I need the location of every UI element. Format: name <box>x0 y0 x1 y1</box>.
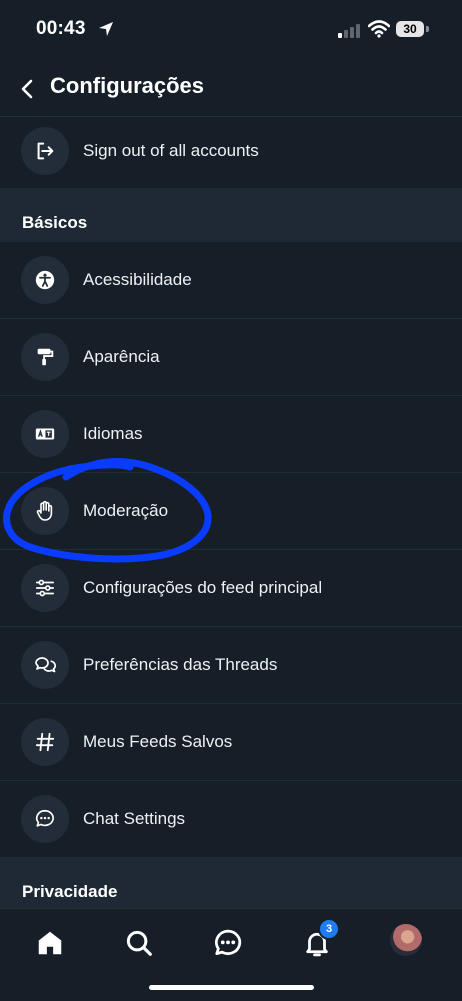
home-indicator <box>149 985 314 990</box>
home-icon[interactable] <box>30 923 70 963</box>
battery-tip <box>426 26 429 32</box>
page-title: Configurações <box>50 73 205 98</box>
hand-icon <box>21 487 69 535</box>
messages-icon[interactable] <box>208 923 248 963</box>
settings-item-chat-settings[interactable]: Chat Settings <box>0 781 462 858</box>
chat-bubbles-icon <box>21 641 69 689</box>
chevron-left-icon[interactable] <box>16 77 40 101</box>
language-icon <box>21 410 69 458</box>
settings-item-label: Moderação <box>83 501 169 520</box>
search-icon[interactable] <box>119 923 159 963</box>
chat-dots-icon <box>21 795 69 843</box>
accessibility-icon <box>21 256 69 304</box>
notification-count-badge: 3 <box>318 918 340 940</box>
settings-item-label: Chat Settings <box>83 809 186 828</box>
sign-out-all-accounts-row[interactable]: Sign out of all accounts <box>0 113 462 190</box>
paint-roller-icon <box>21 333 69 381</box>
status-time: 00:43 <box>36 18 86 39</box>
settings-item-label: Acessibilidade <box>83 270 192 289</box>
settings-item-label: Preferências das Threads <box>83 655 278 674</box>
cellular-signal-icon <box>338 24 360 38</box>
battery-indicator: 30 <box>396 21 424 37</box>
sliders-icon <box>21 564 69 612</box>
settings-item-idiomas[interactable]: Idiomas <box>0 396 462 473</box>
settings-item-feed-principal[interactable]: Configurações do feed principal <box>0 550 462 627</box>
settings-item-acessibilidade[interactable]: Acessibilidade <box>0 242 462 319</box>
section-header-basicos: Básicos <box>0 188 462 242</box>
wifi-icon <box>368 20 390 38</box>
sign-out-all-accounts-label: Sign out of all accounts <box>83 141 259 160</box>
settings-item-label: Idiomas <box>83 424 143 443</box>
settings-item-preferencias-threads[interactable]: Preferências das Threads <box>0 627 462 704</box>
settings-item-label: Meus Feeds Salvos <box>83 732 233 751</box>
location-arrow-icon <box>99 22 113 36</box>
settings-item-label: Configurações do feed principal <box>83 578 323 597</box>
settings-item-moderacao[interactable]: Moderação <box>0 473 462 550</box>
header: Configurações <box>0 62 462 117</box>
settings-item-label: Aparência <box>83 347 160 366</box>
section-title-basicos: Básicos <box>22 213 88 232</box>
section-title-privacidade: Privacidade <box>22 882 118 901</box>
avatar[interactable] <box>390 924 422 956</box>
sign-out-icon <box>21 127 69 175</box>
settings-item-meus-feeds-salvos[interactable]: Meus Feeds Salvos <box>0 704 462 781</box>
hashtag-icon <box>21 718 69 766</box>
status-bar: 00:43 30 <box>0 0 462 62</box>
section-header-privacidade: Privacidade <box>0 857 462 911</box>
settings-item-aparencia[interactable]: Aparência <box>0 319 462 396</box>
